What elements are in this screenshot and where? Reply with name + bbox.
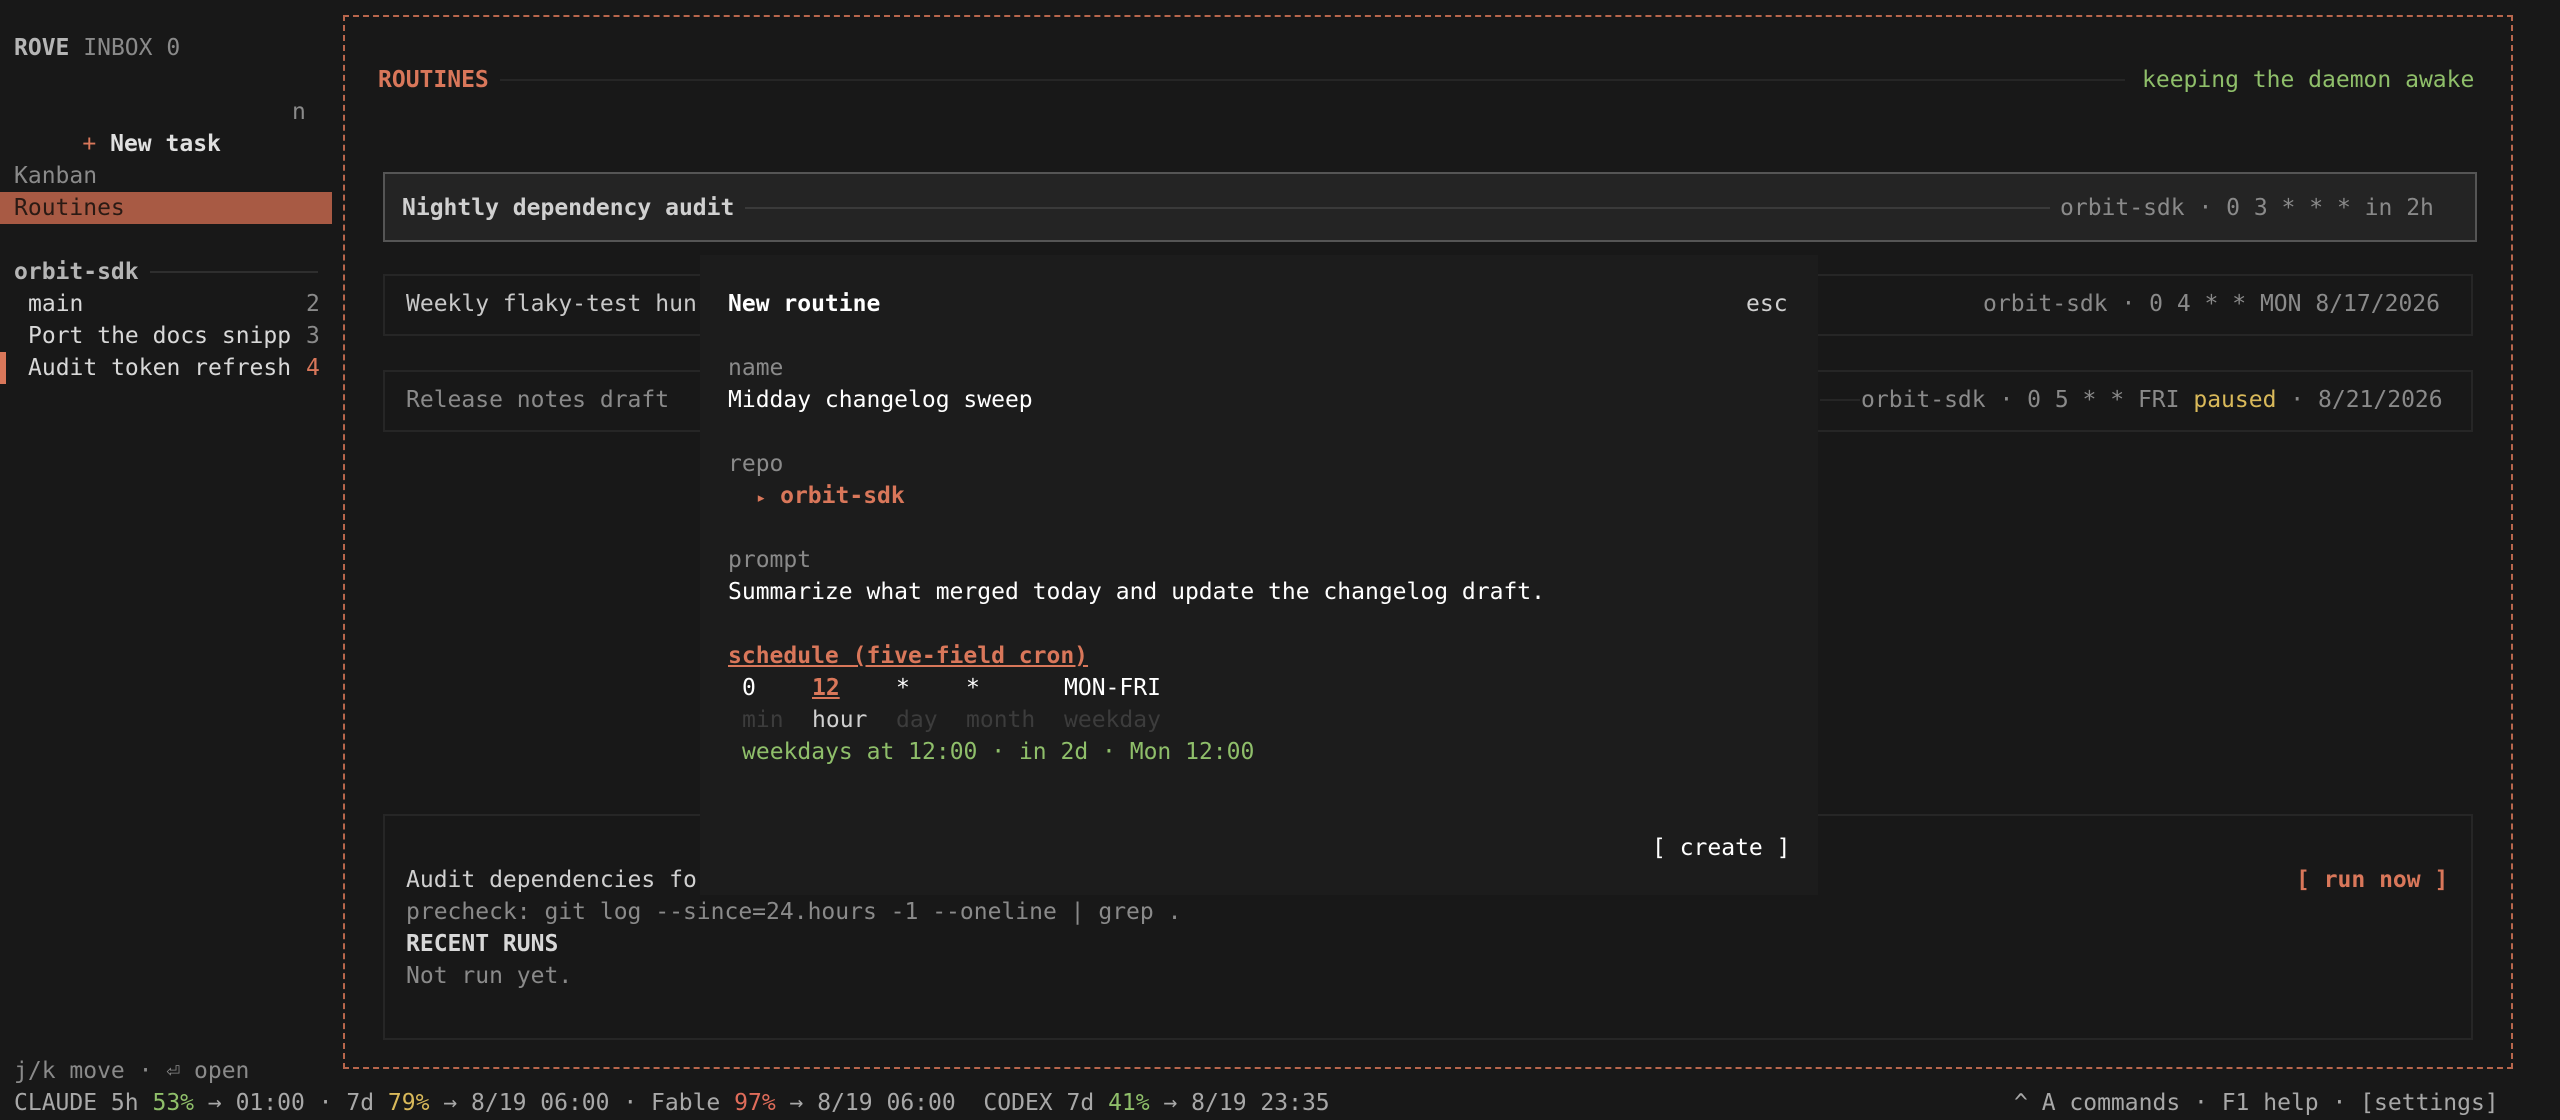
- routine-cron: 0 4 * * MON: [2149, 291, 2302, 317]
- routine-cron: 0 5 * * FRI: [2027, 387, 2180, 413]
- prompt-input[interactable]: Summarize what merged today and update t…: [728, 576, 1545, 608]
- routine-repo: orbit-sdk: [1861, 387, 1986, 413]
- task-active-marker: [0, 352, 6, 384]
- recent-runs-heading: RECENT RUNS: [406, 931, 559, 957]
- routine-meta: orbit-sdk · 0 4 * * MON 8/17/2026: [1983, 291, 2440, 317]
- nav-kanban[interactable]: Kanban: [14, 160, 97, 192]
- daemon-status: keeping the daemon awake: [2142, 67, 2475, 93]
- triangle-right-icon: ▸: [756, 488, 767, 508]
- repo-divider: [150, 271, 318, 273]
- new-routine-modal: [700, 255, 1818, 895]
- codex-reset: → 8/19 23:35: [1163, 1090, 1330, 1116]
- keyboard-hint: j/k move · ⏎ open: [14, 1058, 250, 1084]
- brand-line: ROVE INBOX 0: [14, 32, 180, 64]
- cron-label-weekday: weekday: [1064, 707, 1161, 733]
- header-divider: [500, 79, 2125, 81]
- cron-label-month: month: [966, 707, 1036, 733]
- modal-close-hint[interactable]: esc: [1746, 288, 1788, 320]
- task-main[interactable]: main: [28, 288, 83, 320]
- command-hints[interactable]: ^ A commands · F1 help · [settings]: [2014, 1087, 2499, 1119]
- cron-field-weekday[interactable]: MON-FRI: [1064, 672, 1161, 704]
- cron-label-hour: hour: [812, 707, 868, 733]
- precheck-command: precheck: git log --since=24.hours -1 --…: [406, 899, 1182, 925]
- claude-5h-usage: 53%: [152, 1090, 195, 1116]
- name-input[interactable]: Midday changelog sweep: [728, 384, 1033, 416]
- new-task-shortcut: n: [292, 99, 306, 125]
- nav-routines[interactable]: Routines: [14, 192, 125, 224]
- repo-label: repo: [728, 451, 784, 477]
- routine-cron: 0 3 * * *: [2226, 195, 2351, 221]
- page-title: ROUTINES: [378, 67, 489, 93]
- plus-icon: +: [82, 131, 97, 157]
- routine-row-divider: [745, 207, 2050, 209]
- codex-label: CODEX 7d: [983, 1090, 1095, 1116]
- routine-name: Release notes draft: [406, 387, 670, 413]
- routine-meta: orbit-sdk · 0 3 * * * in 2h: [2060, 195, 2434, 221]
- modal-title: New routine: [728, 291, 881, 317]
- sidebar: ROVE INBOX 0 + New task n Kanban Routine…: [0, 0, 340, 1120]
- routine-repo: orbit-sdk: [2060, 195, 2185, 221]
- run-now-button[interactable]: [ run now ]: [2296, 864, 2448, 896]
- routine-next-run: 8/21/2026: [2318, 387, 2443, 413]
- routine-row-divider: [1820, 399, 1860, 401]
- cron-field-min[interactable]: 0: [742, 672, 756, 704]
- routine-name: Nightly dependency audit: [402, 195, 735, 221]
- cron-label-min: min: [742, 707, 784, 733]
- schedule-label: schedule (five-field cron): [728, 643, 1089, 669]
- claude-5h-reset: → 01:00 · 7d: [207, 1090, 375, 1116]
- routine-meta: orbit-sdk · 0 5 * * FRI paused · 8/21/20…: [1861, 387, 2443, 413]
- create-button[interactable]: [ create ]: [1652, 832, 1790, 864]
- inbox-count[interactable]: INBOX 0: [83, 35, 180, 61]
- routine-next-run: in 2h: [2364, 195, 2434, 221]
- task-port-docs-count: 3: [306, 323, 320, 349]
- cron-label-day: day: [896, 707, 938, 733]
- claude-7d-reset: → 8/19 06:00 · Fable: [443, 1090, 721, 1116]
- cron-field-hour[interactable]: 12: [812, 672, 840, 704]
- claude-label: CLAUDE 5h: [14, 1090, 139, 1116]
- routine-paused-badge: paused: [2193, 387, 2277, 413]
- fable-usage: 97%: [734, 1090, 776, 1116]
- claude-7d-usage: 79%: [387, 1090, 430, 1116]
- recent-runs-empty: Not run yet.: [406, 963, 573, 989]
- fable-reset: → 8/19 06:00: [789, 1090, 956, 1116]
- repo-select-value: orbit-sdk: [780, 483, 905, 509]
- cron-field-month[interactable]: *: [966, 672, 980, 704]
- name-label: name: [728, 355, 784, 381]
- task-audit-token-count: 4: [306, 355, 320, 381]
- new-task-label: New task: [110, 131, 221, 157]
- repo-select[interactable]: ▸ orbit-sdk: [756, 480, 905, 514]
- task-audit-token[interactable]: Audit token refresh: [28, 352, 291, 384]
- routine-name: Weekly flaky-test hun: [406, 291, 697, 317]
- routine-summary: Audit dependencies fo: [406, 867, 697, 893]
- routine-next-run: 8/17/2026: [2315, 291, 2440, 317]
- brand: ROVE: [14, 35, 70, 61]
- prompt-label: prompt: [728, 547, 812, 573]
- routine-repo: orbit-sdk: [1983, 291, 2108, 317]
- repo-heading[interactable]: orbit-sdk: [14, 256, 139, 288]
- codex-usage: 41%: [1108, 1090, 1150, 1116]
- usage-status: CLAUDE 5h 53% → 01:00 · 7d 79% → 8/19 06…: [14, 1087, 1330, 1119]
- schedule-preview: weekdays at 12:00 · in 2d · Mon 12:00: [742, 739, 1255, 765]
- task-port-docs[interactable]: Port the docs snipp: [28, 320, 291, 352]
- task-main-count: 2: [306, 291, 320, 317]
- cron-field-day[interactable]: *: [896, 672, 910, 704]
